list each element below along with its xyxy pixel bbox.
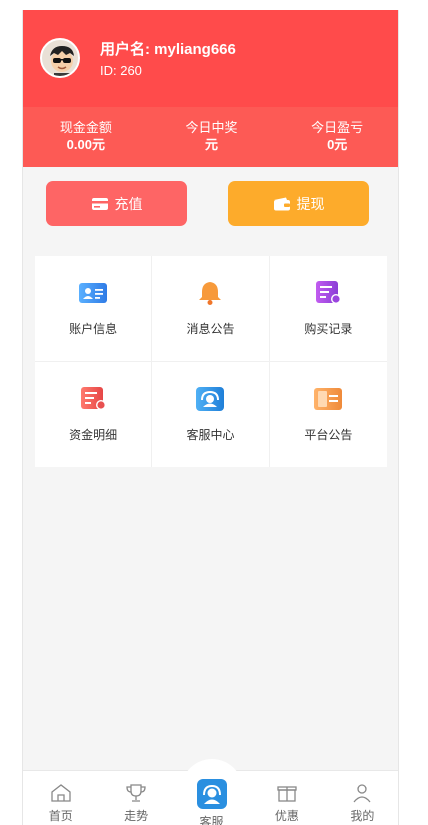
customer-service-icon bbox=[196, 386, 225, 411]
tab-label: 走势 bbox=[124, 809, 149, 823]
menu-grid: 账户信息 消息公告 购买记录 资金明细 客服中心 平台公告 bbox=[35, 256, 387, 467]
home-icon bbox=[50, 783, 72, 803]
recharge-button[interactable]: 充值 bbox=[46, 181, 187, 226]
trophy-icon bbox=[125, 783, 147, 803]
stats-bar: 现金金额 0.00元 今日中奖 元 今日盈亏 0元 bbox=[23, 107, 398, 167]
tab-label: 首页 bbox=[48, 809, 73, 823]
customer-service-icon bbox=[196, 779, 227, 809]
stat-cash-balance: 现金金额 0.00元 bbox=[23, 107, 149, 167]
tab-promotions[interactable]: 优惠 bbox=[249, 771, 324, 825]
tab-customer-service[interactable]: 客服 bbox=[174, 759, 249, 825]
stat-value: 元 bbox=[205, 137, 219, 152]
bottom-tab-bar: 首页 走势 客服 优惠 我的 bbox=[23, 759, 398, 825]
purchase-record-icon bbox=[314, 281, 342, 305]
user-icon bbox=[351, 783, 373, 803]
withdraw-button[interactable]: 提现 bbox=[228, 181, 369, 226]
username: 用户名: myliang666 bbox=[100, 41, 236, 58]
menu-platform-notice[interactable]: 平台公告 bbox=[270, 362, 387, 468]
stat-label: 今日盈亏 bbox=[311, 120, 364, 135]
menu-account-info[interactable]: 账户信息 bbox=[35, 256, 153, 362]
tab-label: 我的 bbox=[350, 809, 375, 823]
stat-label: 现金金额 bbox=[59, 120, 112, 135]
user-id: ID: 260 bbox=[100, 63, 142, 78]
menu-announcements[interactable]: 消息公告 bbox=[152, 256, 270, 362]
stat-value: 0元 bbox=[327, 137, 348, 152]
stat-label: 今日中奖 bbox=[185, 120, 238, 135]
tab-home[interactable]: 首页 bbox=[23, 771, 98, 825]
menu-label: 消息公告 bbox=[186, 322, 235, 336]
platform-notice-icon bbox=[314, 387, 343, 411]
tab-label: 客服 bbox=[199, 815, 224, 825]
withdraw-label: 提现 bbox=[296, 195, 325, 212]
tab-mine[interactable]: 我的 bbox=[325, 771, 398, 825]
recharge-label: 充值 bbox=[114, 195, 143, 212]
profile-header: 用户名: myliang666 ID: 260 现金金额 0.00元 今日中奖 … bbox=[23, 10, 398, 167]
menu-label: 账户信息 bbox=[69, 322, 118, 336]
menu-label: 购买记录 bbox=[304, 322, 353, 336]
user-row: 用户名: myliang666 ID: 260 bbox=[23, 10, 398, 107]
menu-purchase-records[interactable]: 购买记录 bbox=[269, 256, 387, 362]
stat-today-winnings: 今日中奖 元 bbox=[149, 107, 275, 167]
gift-icon bbox=[276, 783, 298, 803]
menu-label: 客服中心 bbox=[186, 427, 235, 442]
account-card-icon bbox=[79, 281, 108, 305]
tab-trend[interactable]: 走势 bbox=[98, 771, 173, 825]
bell-icon bbox=[196, 281, 224, 305]
avatar-face-icon bbox=[50, 46, 74, 76]
stat-value: 0.00元 bbox=[66, 137, 105, 152]
tab-label: 优惠 bbox=[274, 809, 299, 823]
card-icon bbox=[91, 197, 109, 211]
menu-funds-detail[interactable]: 资金明细 bbox=[35, 361, 153, 467]
stat-today-profit: 今日盈亏 0元 bbox=[274, 107, 398, 167]
menu-label: 平台公告 bbox=[304, 427, 353, 442]
avatar[interactable] bbox=[40, 38, 80, 78]
app-frame: 用户名: myliang666 ID: 260 现金金额 0.00元 今日中奖 … bbox=[22, 10, 399, 825]
wallet-icon bbox=[273, 197, 291, 211]
menu-label: 资金明细 bbox=[69, 427, 118, 442]
menu-customer-service[interactable]: 客服中心 bbox=[152, 361, 270, 467]
funds-detail-icon bbox=[79, 386, 107, 411]
